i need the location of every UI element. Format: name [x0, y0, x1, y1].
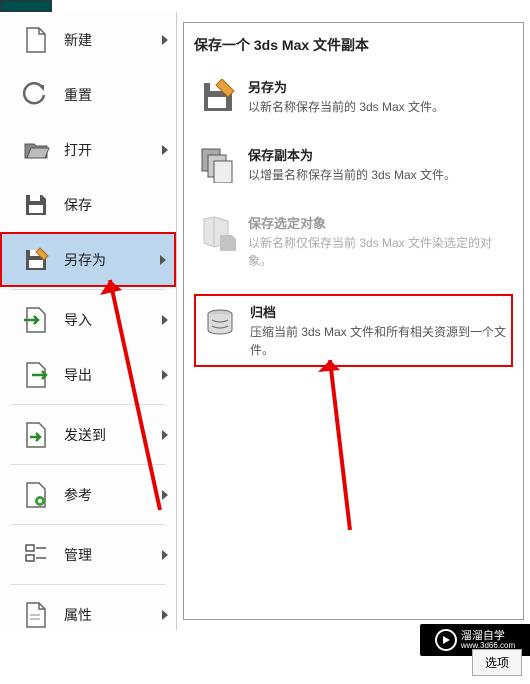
menu-sendto-label: 发送到: [64, 425, 162, 445]
menu-manage[interactable]: 管理: [0, 527, 176, 582]
separator: [10, 404, 166, 405]
chevron-right-icon: [162, 430, 168, 440]
menu-save-label: 保存: [64, 195, 168, 215]
savecopy-icon: [198, 145, 238, 185]
manage-icon: [20, 539, 52, 571]
panel-title: 保存一个 3ds Max 文件副本: [194, 35, 513, 55]
chevron-right-icon: [162, 610, 168, 620]
menu-properties-label: 属性: [64, 605, 162, 625]
menu-import[interactable]: 导入: [0, 292, 176, 347]
menu-sendto[interactable]: 发送到: [0, 407, 176, 462]
menu-saveas[interactable]: 另存为: [0, 232, 176, 287]
archive-icon: [200, 302, 240, 342]
properties-icon: [20, 599, 52, 631]
play-icon: [435, 629, 457, 651]
menu-export-label: 导出: [64, 365, 162, 385]
menu-open-label: 打开: [64, 140, 162, 160]
saveselected-icon: [198, 213, 238, 253]
separator: [10, 584, 166, 585]
menu-saveas-label: 另存为: [64, 250, 160, 270]
subitem-saveas-title: 另存为: [248, 77, 509, 96]
app-title-bar: [0, 0, 52, 12]
import-icon: [20, 304, 52, 336]
subitem-savecopy-title: 保存副本为: [248, 145, 509, 164]
menu-open[interactable]: 打开: [0, 122, 176, 177]
separator: [10, 464, 166, 465]
menu-reset-label: 重置: [64, 85, 168, 105]
chevron-right-icon: [162, 550, 168, 560]
new-icon: [20, 24, 52, 56]
watermark-name: 溜溜自学: [461, 630, 515, 642]
saveas-icon: [20, 244, 52, 276]
chevron-right-icon: [160, 255, 166, 265]
saveas-large-icon: [198, 77, 238, 117]
subitem-saveas-text: 另存为 以新名称保存当前的 3ds Max 文件。: [248, 77, 509, 116]
open-icon: [20, 134, 52, 166]
chevron-right-icon: [162, 315, 168, 325]
subitem-saveas[interactable]: 另存为 以新名称保存当前的 3ds Max 文件。: [194, 73, 513, 121]
save-icon: [20, 189, 52, 221]
left-menu: 新建 重置 打开 保存 另存为: [0, 12, 177, 630]
menu-reset[interactable]: 重置: [0, 67, 176, 122]
subitem-saveselected-title: 保存选定对象: [248, 213, 509, 232]
menu-save[interactable]: 保存: [0, 177, 176, 232]
chevron-right-icon: [162, 490, 168, 500]
menu-export[interactable]: 导出: [0, 347, 176, 402]
subitem-saveselected: 保存选定对象 以新名称仅保存当前 3ds Max 文件染选定的对象。: [194, 209, 513, 274]
chevron-right-icon: [162, 370, 168, 380]
export-icon: [20, 359, 52, 391]
menu-import-label: 导入: [64, 310, 162, 330]
subitem-saveselected-text: 保存选定对象 以新名称仅保存当前 3ds Max 文件染选定的对象。: [248, 213, 509, 270]
main-container: 新建 重置 打开 保存 另存为: [0, 12, 530, 630]
reset-icon: [20, 79, 52, 111]
menu-reference-label: 参考: [64, 485, 162, 505]
sendto-icon: [20, 419, 52, 451]
separator: [10, 289, 166, 290]
menu-manage-label: 管理: [64, 545, 162, 565]
subitem-archive-text: 归档 压缩当前 3ds Max 文件和所有相关资源到一个文件。: [250, 302, 507, 359]
subitem-archive-desc: 压缩当前 3ds Max 文件和所有相关资源到一个文件。: [250, 323, 507, 359]
subitem-savecopy-text: 保存副本为 以增量名称保存当前的 3ds Max 文件。: [248, 145, 509, 184]
bottom-bar: 选项: [458, 641, 530, 684]
options-button[interactable]: 选项: [472, 649, 522, 676]
separator: [10, 524, 166, 525]
menu-properties[interactable]: 属性: [0, 587, 176, 642]
subitem-savecopy-desc: 以增量名称保存当前的 3ds Max 文件。: [248, 166, 509, 184]
reference-icon: [20, 479, 52, 511]
chevron-right-icon: [162, 35, 168, 45]
right-panel: 保存一个 3ds Max 文件副本 另存为 以新名称保存当前的 3ds Max …: [183, 22, 524, 620]
chevron-right-icon: [162, 145, 168, 155]
subitem-saveas-desc: 以新名称保存当前的 3ds Max 文件。: [248, 98, 509, 116]
menu-new[interactable]: 新建: [0, 12, 176, 67]
menu-reference[interactable]: 参考: [0, 467, 176, 522]
subitem-saveselected-desc: 以新名称仅保存当前 3ds Max 文件染选定的对象。: [248, 234, 509, 270]
subitem-archive[interactable]: 归档 压缩当前 3ds Max 文件和所有相关资源到一个文件。: [194, 294, 513, 367]
subitem-savecopy[interactable]: 保存副本为 以增量名称保存当前的 3ds Max 文件。: [194, 141, 513, 189]
menu-new-label: 新建: [64, 30, 162, 50]
subitem-archive-title: 归档: [250, 302, 507, 321]
